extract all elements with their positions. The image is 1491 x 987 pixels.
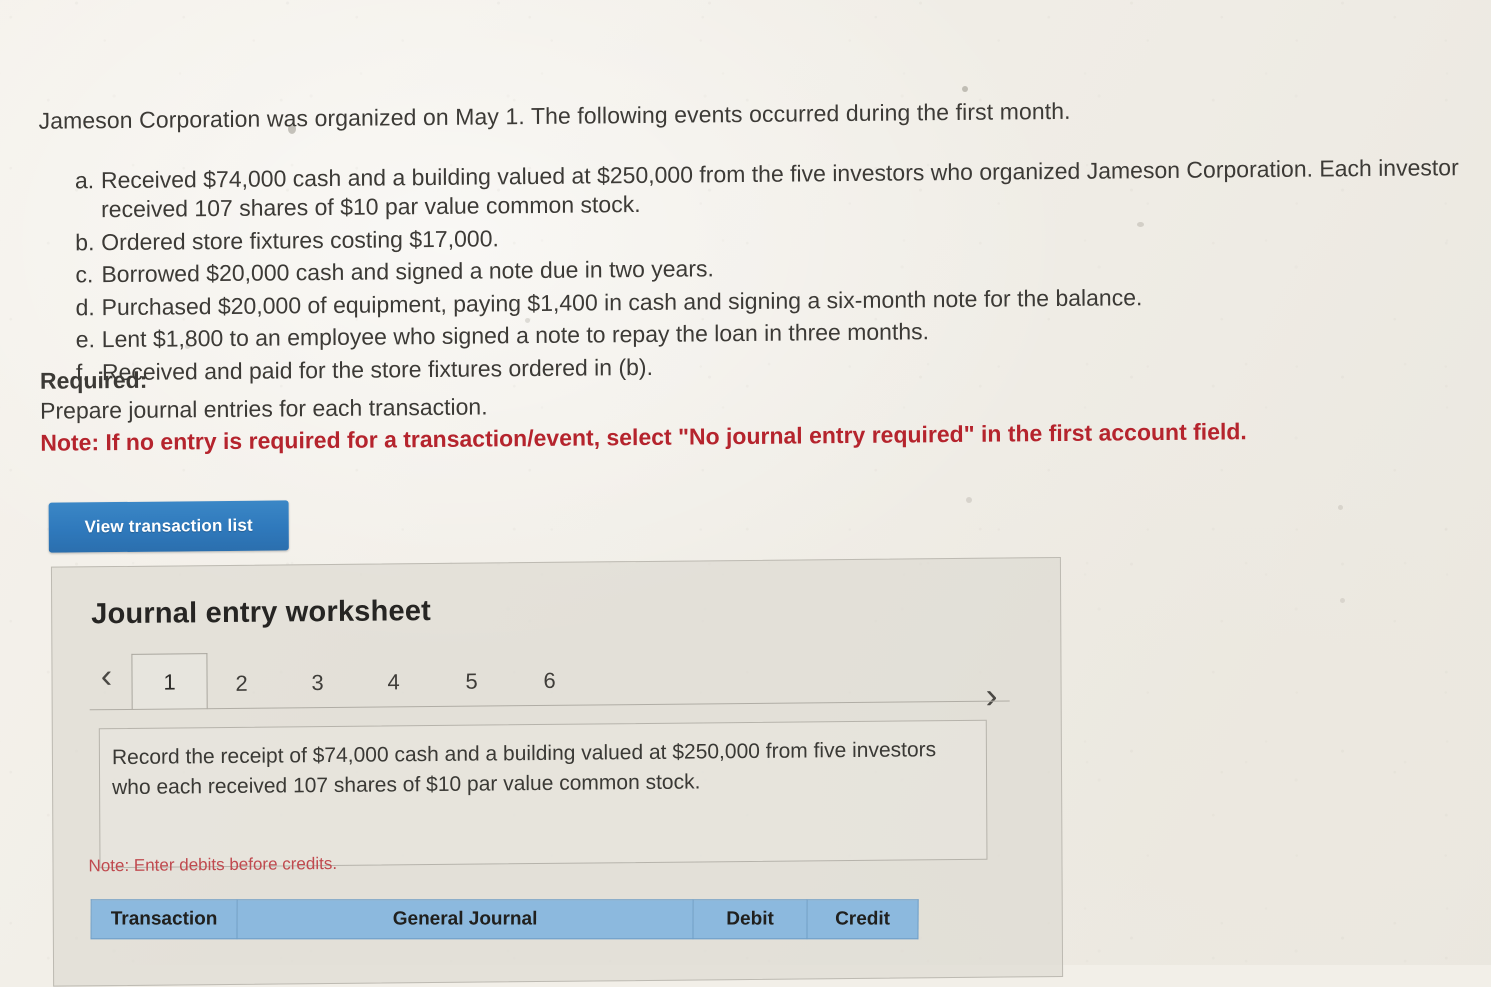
journal-table-header-row: Transaction General Journal Debit Credit	[91, 900, 918, 939]
problem-intro: Jameson Corporation was organized on May…	[39, 93, 1489, 136]
worksheet-tab-2-label: 2	[235, 671, 247, 697]
column-header-credit: Credit	[807, 900, 918, 939]
worksheet-tab-1[interactable]: 1	[131, 653, 207, 710]
worksheet-tab-6[interactable]: 6	[525, 658, 573, 704]
event-text: Received $74,000 cash and a building val…	[101, 154, 1459, 222]
worksheet-tab-5-label: 5	[465, 669, 477, 695]
worksheet-tab-6-label: 6	[543, 668, 555, 694]
worksheet-tab-1-label: 1	[163, 669, 175, 695]
event-label: c.	[75, 260, 101, 290]
worksheet-tab-4-label: 4	[387, 669, 399, 695]
event-text: Borrowed $20,000 cash and signed a note …	[101, 256, 714, 288]
worksheet-tabs-region: ‹ 1 2 3 4 5 6 ›	[89, 645, 1009, 710]
worksheet-tab-4[interactable]: 4	[369, 659, 417, 705]
worksheet-tab-2[interactable]: 2	[217, 661, 265, 707]
event-label: a.	[75, 166, 101, 196]
next-entry-chevron-icon[interactable]: ›	[974, 669, 1008, 721]
event-label: d.	[76, 293, 102, 323]
transaction-description: Record the receipt of $74,000 cash and a…	[99, 720, 988, 869]
column-header-transaction: Transaction	[91, 900, 237, 939]
view-transaction-list-button[interactable]: View transaction list	[49, 500, 289, 552]
event-text: Lent $1,800 to an employee who signed a …	[102, 318, 929, 352]
worksheet-title: Journal entry worksheet	[91, 595, 431, 631]
event-text: Purchased $20,000 of equipment, paying $…	[102, 284, 1143, 320]
event-label: b.	[75, 228, 101, 258]
event-label: e.	[76, 325, 102, 355]
journal-entry-table: Transaction General Journal Debit Credit	[91, 899, 919, 939]
required-section: Required: Prepare journal entries for ea…	[40, 353, 1480, 458]
worksheet-tab-5[interactable]: 5	[447, 658, 495, 704]
previous-entry-chevron-icon[interactable]: ‹	[89, 650, 123, 702]
enter-debits-before-credits-note: Note: Enter debits before credits.	[88, 854, 337, 876]
event-text: Ordered store fixtures costing $17,000.	[101, 225, 499, 255]
event-item: a.Received $74,000 cash and a building v…	[75, 153, 1490, 225]
column-header-debit: Debit	[693, 900, 807, 939]
document-body: Jameson Corporation was organized on May…	[0, 0, 1491, 972]
column-header-general-journal: General Journal	[237, 900, 693, 939]
worksheet-tab-3-label: 3	[311, 670, 323, 696]
worksheet-tab-3[interactable]: 3	[293, 660, 341, 706]
